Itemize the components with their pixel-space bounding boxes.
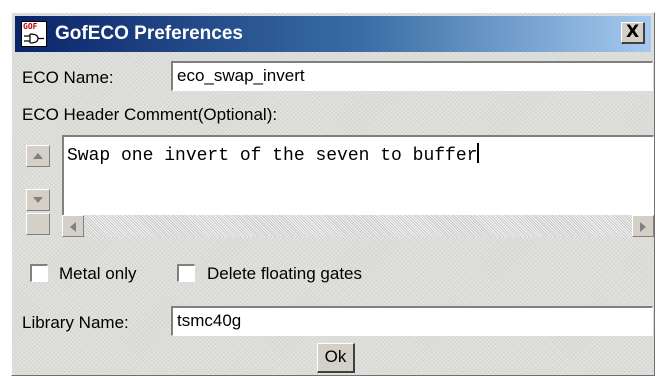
- left-arrow-icon: [70, 222, 76, 232]
- preferences-dialog: GOF GofECO Preferences X ECO Name: eco_s…: [11, 12, 655, 376]
- scroll-up-button[interactable]: [26, 145, 50, 167]
- eco-header-text: Swap one invert of the seven to buffer: [67, 146, 478, 166]
- close-icon: X: [625, 22, 640, 42]
- window-title: GofECO Preferences: [55, 23, 243, 44]
- eco-header-label: ECO Header Comment(Optional):: [22, 105, 278, 124]
- text-caret: [477, 143, 480, 163]
- down-arrow-icon: [33, 197, 43, 203]
- eco-header-textarea[interactable]: Swap one invert of the seven to buffer: [62, 135, 654, 215]
- close-button[interactable]: X: [621, 22, 645, 44]
- library-name-input[interactable]: tsmc40g: [171, 306, 653, 336]
- gate-symbol-icon: [24, 33, 44, 44]
- metal-only-checkbox[interactable]: [30, 264, 48, 282]
- scroll-corner: [26, 213, 50, 235]
- horizontal-scrollbar[interactable]: [62, 215, 654, 237]
- metal-only-label: Metal only: [59, 264, 137, 283]
- scroll-left-button[interactable]: [62, 215, 84, 237]
- library-name-label: Library Name:: [22, 313, 129, 332]
- eco-name-input[interactable]: eco_swap_invert: [171, 61, 653, 91]
- scroll-down-button[interactable]: [26, 189, 50, 211]
- app-icon: GOF: [21, 21, 47, 47]
- scroll-right-button[interactable]: [632, 215, 654, 237]
- up-arrow-icon: [33, 153, 43, 159]
- eco-name-label: ECO Name:: [22, 68, 114, 87]
- right-arrow-icon: [640, 222, 646, 232]
- delete-floating-gates-checkbox[interactable]: [177, 264, 195, 282]
- delete-floating-gates-label: Delete floating gates: [207, 264, 362, 283]
- title-bar[interactable]: GOF GofECO Preferences X: [15, 16, 651, 52]
- ok-button[interactable]: Ok: [317, 343, 355, 373]
